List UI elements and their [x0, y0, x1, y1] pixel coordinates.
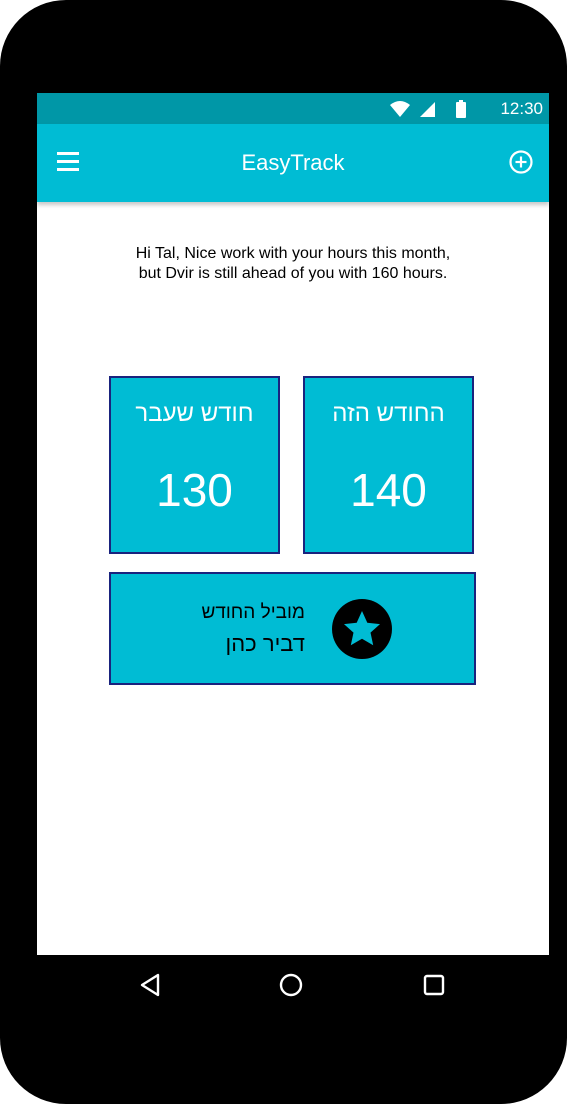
recents-icon[interactable]: [421, 972, 447, 998]
add-circle-icon[interactable]: [507, 148, 535, 176]
phone-frame: 12:30 EasyTrack Hi Tal, Nice work with y…: [0, 0, 567, 1104]
this-month-card[interactable]: החודש הזה 140: [303, 376, 474, 554]
greeting-line-2: but Dvir is still ahead of you with 160 …: [138, 265, 448, 282]
last-month-value: 130: [156, 464, 233, 516]
navigation-bar: [0, 955, 567, 1015]
last-month-label: חודש שעבר: [135, 400, 254, 427]
status-time: 12:30: [500, 99, 543, 118]
wifi-icon: [390, 101, 410, 117]
greeting-message: Hi Tal, Nice work with your hours this m…: [87, 244, 499, 284]
app-screen: 12:30 EasyTrack Hi Tal, Nice work with y…: [37, 93, 549, 955]
app-bar: EasyTrack: [37, 124, 549, 202]
this-month-label: החודש הזה: [332, 400, 445, 427]
leader-caption: מוביל החודש: [201, 602, 305, 623]
monthly-leader-card[interactable]: מוביל החודש דביר כהן: [109, 572, 476, 685]
app-title: EasyTrack: [241, 150, 345, 175]
home-icon[interactable]: [278, 972, 304, 998]
this-month-value: 140: [350, 464, 427, 516]
status-bar: 12:30: [37, 93, 549, 124]
battery-icon: [456, 100, 466, 118]
greeting-line-1: Hi Tal, Nice work with your hours this m…: [135, 245, 451, 262]
last-month-card[interactable]: חודש שעבר 130: [109, 376, 280, 554]
star-icon: [332, 599, 392, 659]
back-icon[interactable]: [138, 972, 164, 998]
signal-icon: [420, 102, 435, 117]
leader-name: דביר כהן: [225, 631, 305, 656]
